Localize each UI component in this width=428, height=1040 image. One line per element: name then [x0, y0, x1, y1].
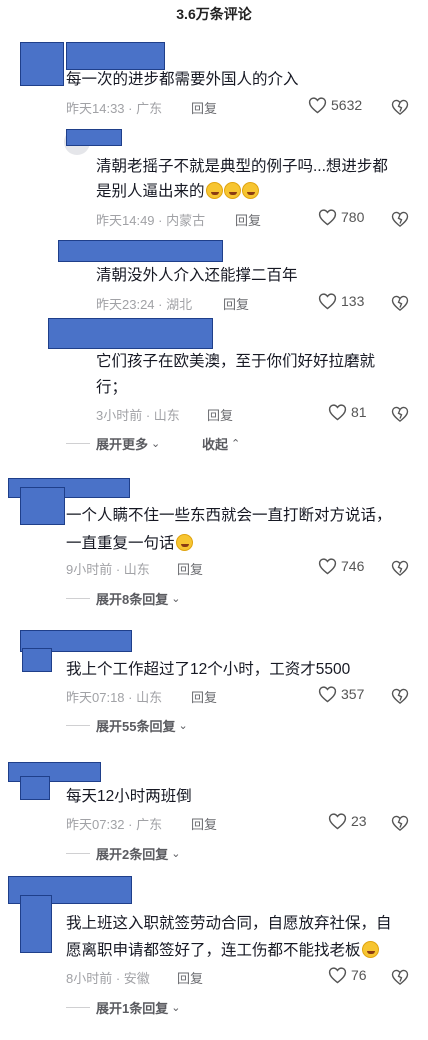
comment-time-location: 9小时前 · 山东	[66, 562, 150, 577]
like-count: 746	[341, 558, 365, 574]
heart-outline-icon	[308, 97, 327, 114]
divider	[66, 725, 90, 726]
heart-outline-icon	[318, 558, 337, 575]
laughing-emoji-icon	[361, 941, 379, 958]
comment-time-location: 昨天14:49 · 内蒙古	[96, 213, 206, 228]
redacted-avatar[interactable]	[22, 648, 52, 672]
comment-text: 每一次的进步都需要外国人的介入	[66, 71, 299, 88]
chevron-down-icon: ⌄	[171, 1002, 181, 1014]
broken-heart-icon[interactable]	[391, 814, 409, 832]
comment-text: 清朝没外人介入还能撑二百年	[96, 267, 298, 284]
laughing-emoji-icon	[175, 534, 193, 551]
like-button[interactable]: 5632	[308, 96, 362, 114]
reply-button[interactable]: 回复	[191, 814, 217, 833]
divider	[66, 598, 90, 599]
broken-heart-icon[interactable]	[391, 294, 409, 312]
redacted-username	[58, 240, 223, 262]
reply-button[interactable]: 回复	[191, 687, 217, 706]
like-button[interactable]: 780	[318, 208, 364, 226]
like-count: 23	[351, 813, 367, 829]
comment-text: 清朝老摇子不就是典型的例子吗...想进步都	[96, 158, 388, 175]
broken-heart-icon[interactable]	[391, 210, 409, 228]
chevron-down-icon: ⌄	[178, 720, 188, 732]
reply-button[interactable]: 回复	[207, 405, 233, 424]
comment-text: 我上个工作超过了12个小时，工资才5500	[66, 661, 351, 678]
like-button[interactable]: 133	[318, 292, 364, 310]
like-count: 5632	[331, 97, 363, 113]
like-button[interactable]: 746	[318, 557, 364, 575]
reply-button[interactable]: 回复	[177, 559, 203, 578]
comment-text-line2: 行；	[96, 379, 128, 396]
broken-heart-icon[interactable]	[391, 559, 409, 577]
comment-time-location: 昨天07:18 · 山东	[66, 690, 163, 705]
chevron-down-icon: ⌄	[151, 438, 161, 450]
divider	[66, 1007, 90, 1008]
like-button[interactable]: 357	[318, 685, 364, 703]
chevron-down-icon: ⌄	[171, 593, 181, 605]
comment-time-location: 8小时前 · 安徽	[66, 971, 150, 986]
comment-time-location: 昨天14:33 · 广东	[66, 101, 163, 116]
comment-text: 我上班这入职就签劳动合同，自愿放弃社保，自	[66, 915, 392, 932]
redacted-username	[48, 318, 213, 349]
chevron-down-icon: ⌄	[171, 848, 181, 860]
reply-button[interactable]: 回复	[177, 968, 203, 987]
chevron-up-icon: ⌃	[231, 438, 241, 450]
expand-replies-label: 展开55条回复	[96, 719, 176, 734]
heart-outline-icon	[328, 967, 347, 984]
broken-heart-icon[interactable]	[391, 405, 409, 423]
divider	[66, 443, 90, 444]
like-count: 780	[341, 209, 365, 225]
expand-replies-label: 展开8条回复	[96, 592, 169, 607]
comment-text: 每天12小时两班倒	[66, 788, 192, 805]
heart-outline-icon	[318, 686, 337, 703]
broken-heart-icon[interactable]	[391, 968, 409, 986]
like-count: 357	[341, 686, 365, 702]
broken-heart-icon[interactable]	[391, 687, 409, 705]
redacted-avatar[interactable]	[20, 895, 52, 953]
reply-button[interactable]: 回复	[223, 294, 249, 313]
expand-replies-button[interactable]: 展开8条回复 ⌄	[66, 589, 180, 608]
reply-button[interactable]: 回复	[191, 98, 217, 117]
broken-heart-icon[interactable]	[391, 98, 409, 116]
expand-replies-label: 展开2条回复	[96, 847, 169, 862]
expand-replies-label: 展开1条回复	[96, 1001, 169, 1016]
comment-time-location: 昨天23:24 · 湖北	[96, 297, 193, 312]
heart-outline-icon	[318, 293, 337, 310]
like-count: 81	[351, 404, 367, 420]
expand-more-button[interactable]: 展开更多 ⌄	[66, 434, 160, 453]
redacted-username	[66, 129, 122, 146]
comment-text-line2: 是别人逼出来的	[96, 178, 259, 206]
like-button[interactable]: 76	[328, 966, 367, 984]
collapse-label: 收起	[202, 437, 229, 452]
like-count: 133	[341, 293, 365, 309]
heart-outline-icon	[318, 209, 337, 226]
comment-text-line2: 一直重复一句话	[66, 530, 193, 558]
reply-button[interactable]: 回复	[235, 210, 261, 229]
comment-text: 它们孩子在欧美澳，至于你们好好拉磨就	[96, 353, 376, 370]
redacted-avatar[interactable]	[20, 776, 50, 800]
laughing-emoji-icon	[241, 182, 259, 199]
redacted-avatar[interactable]	[20, 42, 64, 86]
expand-replies-button[interactable]: 展开55条回复 ⌄	[66, 716, 188, 735]
like-count: 76	[351, 967, 367, 983]
like-button[interactable]: 81	[328, 403, 367, 421]
comment-text-line2: 愿离职申请都签好了，连工伤都不能找老板	[66, 937, 379, 965]
expand-more-label: 展开更多	[96, 437, 149, 452]
heart-outline-icon	[328, 813, 347, 830]
laughing-emoji-icon	[223, 182, 241, 199]
divider	[66, 853, 90, 854]
comment-text: 一个人瞒不住一些东西就会一直打断对方说话，	[66, 507, 392, 524]
comments-count-title: 3.6万条评论	[176, 6, 252, 22]
collapse-button[interactable]: 收起 ⌃	[202, 434, 240, 453]
like-button[interactable]: 23	[328, 812, 367, 830]
comment-time-location: 昨天07:32 · 广东	[66, 817, 163, 832]
laughing-emoji-icon	[205, 182, 223, 199]
redacted-avatar[interactable]	[20, 487, 65, 525]
comment-time-location: 3小时前 · 山东	[96, 408, 180, 423]
heart-outline-icon	[328, 404, 347, 421]
expand-replies-button[interactable]: 展开2条回复 ⌄	[66, 844, 180, 863]
expand-replies-button[interactable]: 展开1条回复 ⌄	[66, 998, 180, 1017]
